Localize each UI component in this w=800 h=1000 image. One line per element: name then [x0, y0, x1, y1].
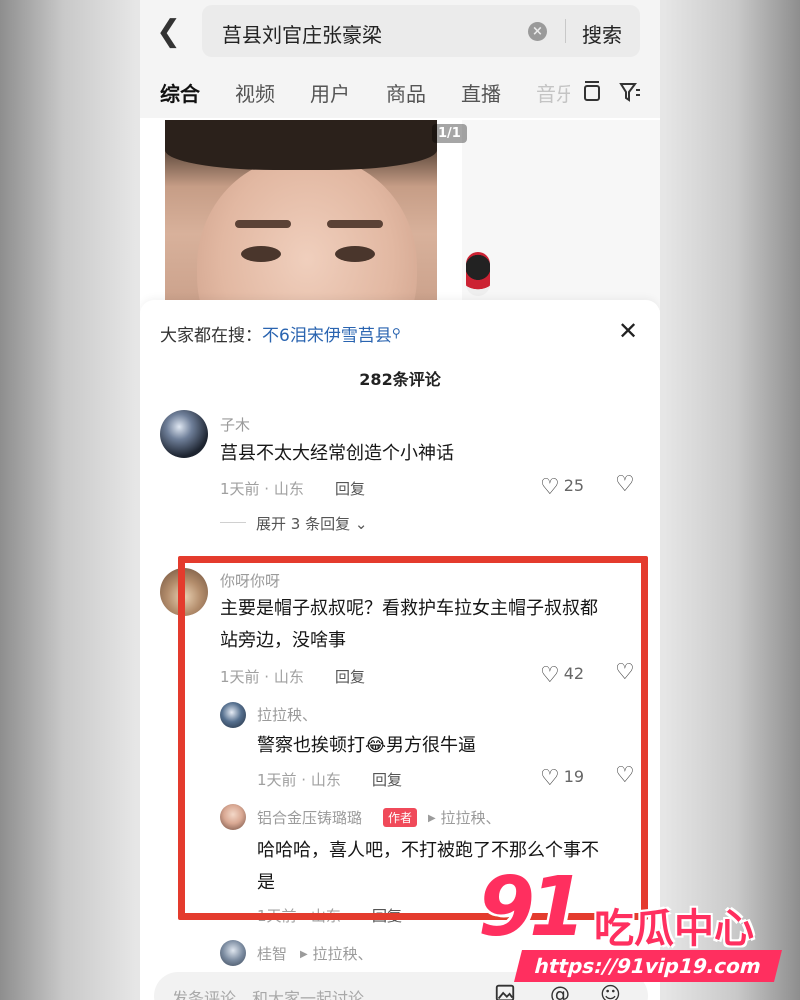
second-result-card[interactable] — [462, 120, 660, 310]
search-header: ❮ 莒县刘官庄张豪梁 × 搜索 综合 视频 用户 商品 直播 音乐 — [140, 0, 660, 118]
search-query: 莒县刘官庄张豪梁 — [222, 23, 382, 47]
chevron-down-icon: ⌄ — [354, 515, 368, 533]
tab-comprehensive[interactable]: 综合 — [160, 78, 200, 107]
creator-sticker-icon — [466, 252, 490, 296]
trending-prefix: 大家都在搜： — [160, 326, 262, 346]
reply-to-username[interactable]: 拉拉秧、 — [312, 945, 372, 963]
reply-arrow-icon: ▶ — [300, 949, 308, 960]
trending-term-link[interactable]: 不6泪宋伊雪莒县 — [262, 326, 392, 346]
comment-username[interactable]: 子木 — [220, 414, 250, 435]
face-image — [197, 156, 417, 310]
image-count-badge: 1/1 — [432, 124, 467, 143]
reply-button[interactable]: 回复 — [335, 478, 365, 499]
back-arrow-icon[interactable]: ❮ — [156, 14, 186, 50]
filter-icon[interactable] — [618, 80, 642, 104]
search-small-icon: ⚲ — [391, 326, 401, 340]
like-count: 25 — [563, 476, 585, 495]
heart-icon: ♡ — [540, 475, 560, 500]
watermark: 91 吃瓜中心 https://91vip19.com — [470, 860, 790, 990]
tab-products[interactable]: 商品 — [386, 78, 426, 107]
comment-text: 莒县不太大经常创造个小神话 — [220, 443, 454, 464]
comment-meta: 1天前 · 山东 — [220, 480, 304, 498]
search-tabs: 综合 视频 用户 商品 直播 音乐 — [140, 78, 660, 112]
search-input[interactable]: 莒县刘官庄张豪梁 × 搜索 — [202, 5, 640, 57]
close-icon[interactable]: ✕ — [618, 317, 638, 345]
reply-username[interactable]: 桂智 — [257, 943, 287, 964]
clear-icon[interactable]: × — [528, 22, 547, 41]
comment-count: 282条评论 — [359, 370, 441, 389]
tab-music[interactable]: 音乐 — [536, 78, 570, 107]
expand-replies-label: 展开 3 条回复 — [256, 515, 351, 533]
search-button[interactable]: 搜索 — [582, 19, 622, 48]
watermark-brand: 吃瓜中心 — [594, 906, 754, 952]
watermark-url: https://91vip19.com — [514, 950, 782, 982]
reply-to: ▶ 拉拉秧、 — [300, 943, 373, 964]
search-divider — [565, 19, 566, 43]
tab-users[interactable]: 用户 — [310, 78, 350, 107]
trending-search: 大家都在搜：不6泪宋伊雪莒县⚲ — [160, 321, 401, 346]
dislike-icon[interactable]: ♡ — [615, 472, 635, 497]
layout-toggle-icon[interactable] — [580, 80, 604, 104]
comment-input-placeholder: 发条评论，和大家一起讨论 — [172, 989, 365, 1000]
avatar[interactable] — [220, 940, 246, 966]
video-thumbnail[interactable] — [165, 120, 437, 310]
tab-live[interactable]: 直播 — [461, 78, 501, 107]
avatar[interactable] — [160, 410, 208, 458]
tab-video[interactable]: 视频 — [235, 78, 275, 107]
watermark-number: 91 — [478, 860, 586, 955]
like-button[interactable]: ♡ 25 — [540, 475, 584, 500]
expand-replies-button[interactable]: 展开 3 条回复 ⌄ — [256, 513, 367, 534]
expand-divider — [220, 522, 246, 523]
